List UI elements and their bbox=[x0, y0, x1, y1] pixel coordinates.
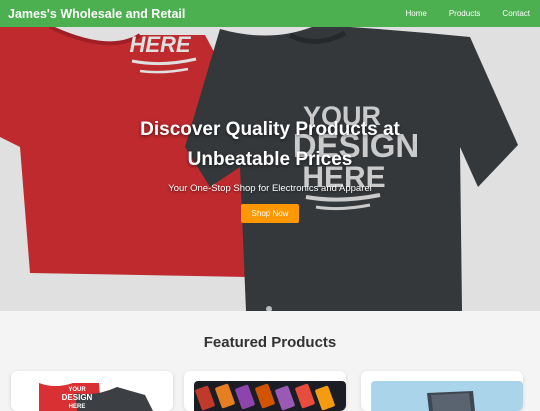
nav-products-link[interactable]: Products bbox=[449, 9, 481, 18]
carousel-indicators bbox=[266, 299, 272, 311]
phones-image bbox=[194, 381, 346, 411]
brand-logo-text[interactable]: James's Wholesale and Retail bbox=[8, 7, 185, 21]
hero-banner: HERE YOUR DESIGN HERE Discover Quality P… bbox=[0, 27, 540, 311]
carousel-dot[interactable] bbox=[266, 306, 272, 311]
nav-contact-link[interactable]: Contact bbox=[502, 9, 530, 18]
featured-products-heading: Featured Products bbox=[203, 334, 337, 351]
navbar: James's Wholesale and Retail Home Produc… bbox=[0, 0, 540, 27]
product-card-laptop[interactable] bbox=[361, 371, 523, 411]
tshirt-image: YOUR DESIGN HERE bbox=[25, 381, 159, 411]
nav-home-link[interactable]: Home bbox=[406, 9, 427, 18]
hero-content: Discover Quality Products at Unbeatable … bbox=[0, 115, 540, 223]
hero-subtitle: Your One-Stop Shop for Electronics and A… bbox=[168, 183, 372, 194]
hero-title: Discover Quality Products at Unbeatable … bbox=[140, 119, 400, 170]
product-card-tshirt[interactable]: YOUR DESIGN HERE bbox=[11, 371, 173, 411]
nav-links: Home Products Contact bbox=[384, 9, 531, 18]
shop-now-button[interactable]: Shop Now bbox=[240, 204, 300, 223]
laptop-image bbox=[371, 381, 523, 411]
card-print-line2: DESIGN bbox=[62, 393, 93, 402]
product-card-phones[interactable] bbox=[184, 371, 346, 411]
